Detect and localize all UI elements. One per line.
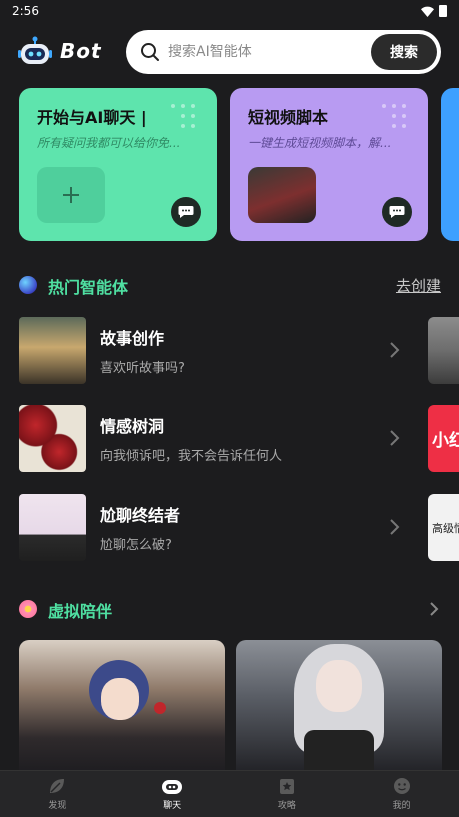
search-button[interactable]: 搜索	[371, 34, 437, 70]
create-link[interactable]: 去创建	[396, 275, 441, 296]
agent-peek-card[interactable]: 小红	[428, 405, 459, 472]
agent-peek-image[interactable]	[428, 317, 459, 384]
decor-dots	[171, 104, 201, 132]
app-logo: Bot	[18, 36, 102, 66]
decor-dots	[382, 104, 412, 132]
bottom-tab-bar: 发现 聊天 攻略 我的	[0, 770, 459, 817]
companion-card[interactable]	[19, 640, 225, 780]
hot-agents-header: 热门智能体 去创建	[0, 272, 459, 298]
peek-text: 高级情	[432, 521, 459, 535]
chat-bubble-icon	[389, 206, 405, 218]
companion-card[interactable]	[236, 640, 442, 780]
chevron-right-icon	[390, 519, 400, 535]
companion-header: 虚拟陪伴	[0, 596, 459, 622]
card-title: 开始与AI聊天 |	[37, 108, 147, 127]
card-subtitle: 一键生成短视频脚本，解...	[248, 136, 392, 150]
section-title: 热门智能体	[48, 278, 129, 297]
agent-peek-card[interactable]: 高级情	[428, 494, 459, 561]
tab-guide[interactable]: 攻略	[230, 771, 345, 817]
tab-label: 我的	[392, 801, 411, 811]
search-bar[interactable]: 搜索	[126, 30, 441, 74]
face-icon	[393, 778, 410, 794]
chevron-right-icon	[390, 342, 400, 358]
wifi-icon	[421, 6, 434, 17]
agent-name: 尬聊终结者	[100, 506, 181, 525]
tab-profile[interactable]: 我的	[344, 771, 459, 817]
tab-label: 发现	[48, 801, 67, 811]
chevron-right-icon[interactable]	[429, 601, 439, 617]
status-bar: 2:56	[0, 0, 459, 22]
tab-label: 攻略	[277, 801, 296, 811]
agent-row-story[interactable]: 故事创作 喜欢听故事吗?	[0, 317, 459, 385]
card-ai-chat[interactable]: 开始与AI聊天 | 所有疑问我都可以给你免...	[19, 88, 217, 241]
header: Bot 搜索	[0, 28, 459, 76]
card-thumbnail-image	[248, 167, 316, 223]
tab-label: 聊天	[163, 801, 182, 811]
card-video-script[interactable]: 短视频脚本 一键生成短视频脚本，解...	[230, 88, 428, 241]
search-icon	[141, 43, 159, 61]
tab-discover[interactable]: 发现	[0, 771, 115, 817]
add-chat-button[interactable]	[37, 167, 105, 223]
card-title: 短视频脚本	[248, 108, 329, 127]
rose-shape	[154, 702, 166, 714]
agent-desc: 向我倾诉吧，我不会告诉任何人	[100, 449, 283, 464]
card-next-peek[interactable]	[441, 88, 459, 241]
chevron-right-icon	[390, 430, 400, 446]
chat-bubble-icon	[178, 206, 194, 218]
chat-bot-icon	[162, 780, 183, 794]
robot-logo-icon	[18, 36, 52, 64]
companion-face-shape	[316, 660, 362, 712]
tab-chat[interactable]: 聊天	[115, 771, 230, 817]
status-icons	[421, 5, 447, 17]
status-time: 2:56	[12, 4, 39, 18]
agent-row-awkward[interactable]: 尬聊终结者 尬聊怎么破? 高级情	[0, 494, 459, 562]
agent-name: 故事创作	[100, 329, 165, 348]
star-bookmark-icon	[279, 779, 294, 794]
card-subtitle: 所有疑问我都可以给你免...	[37, 136, 181, 150]
chat-bubble-button[interactable]	[382, 197, 412, 227]
search-input[interactable]	[168, 44, 358, 60]
companion-face-shape	[101, 678, 139, 720]
agent-name: 情感树洞	[100, 417, 165, 436]
flower-icon	[19, 600, 37, 618]
chat-bubble-button[interactable]	[171, 197, 201, 227]
planet-icon	[19, 276, 37, 294]
agent-avatar	[19, 317, 86, 384]
agent-avatar	[19, 405, 86, 472]
agent-row-emotion[interactable]: 情感树洞 向我倾诉吧，我不会告诉任何人 小红	[0, 405, 459, 473]
logo-text: Bot	[60, 39, 102, 63]
agent-desc: 喜欢听故事吗?	[100, 361, 185, 376]
agent-avatar	[19, 494, 86, 561]
agent-desc: 尬聊怎么破?	[100, 538, 172, 553]
section-title: 虚拟陪伴	[48, 602, 113, 621]
battery-icon	[439, 5, 447, 17]
feature-cards: 开始与AI聊天 | 所有疑问我都可以给你免... 短视频脚本 一键生成短视频脚本…	[0, 88, 459, 242]
peek-text: 小红	[432, 431, 459, 451]
leaf-icon	[50, 779, 65, 793]
plus-icon	[63, 187, 79, 203]
